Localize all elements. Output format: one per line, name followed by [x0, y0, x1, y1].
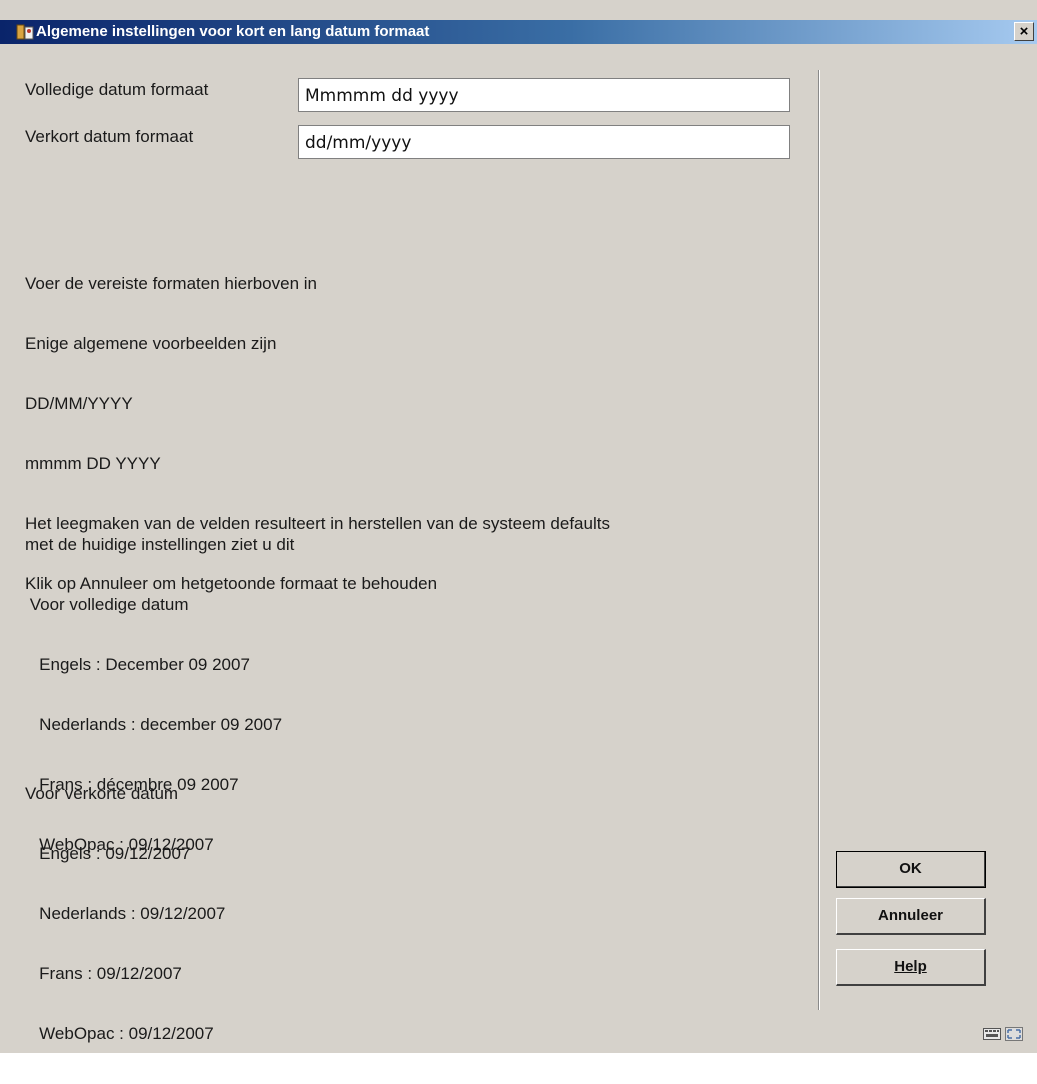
- preview-line: Nederlands : december 09 2007: [25, 715, 283, 734]
- preview-line: Engels : 09/12/2007: [25, 844, 191, 863]
- ok-button[interactable]: OK: [836, 851, 986, 888]
- window-title: Algemene instellingen voor kort en lang …: [36, 23, 430, 40]
- preview-line: Nederlands : 09/12/2007: [25, 904, 226, 923]
- short-format-label: Verkort datum formaat: [25, 127, 194, 146]
- instruction-line: mmmm DD YYYY: [25, 454, 161, 473]
- preview-line: met de huidige instellingen ziet u dit: [25, 535, 295, 554]
- vertical-divider: [818, 70, 820, 1010]
- close-button[interactable]: ×: [1014, 22, 1034, 41]
- preview-line: WebOpac : 09/12/2007: [25, 1024, 214, 1043]
- short-preview-text: Voor verkorte datum Engels : 09/12/2007 …: [25, 744, 225, 1084]
- app-icon: [16, 24, 34, 40]
- instruction-line: Enige algemene voorbeelden zijn: [25, 334, 277, 353]
- preview-line: Voor verkorte datum: [25, 784, 179, 803]
- preview-line: Frans : 09/12/2007: [25, 964, 182, 983]
- keyboard-icon[interactable]: [983, 1027, 1001, 1041]
- instruction-line: Voer de vereiste formaten hierboven in: [25, 274, 318, 293]
- resize-icon[interactable]: [1005, 1027, 1023, 1041]
- dialog-window: Algemene instellingen voor kort en lang …: [0, 0, 1037, 1053]
- cancel-button[interactable]: Annuleer: [836, 898, 986, 935]
- preview-line: Engels : December 09 2007: [25, 655, 250, 674]
- instruction-line: DD/MM/YYYY: [25, 394, 133, 413]
- long-format-input[interactable]: Mmmmm dd yyyy: [298, 78, 790, 112]
- long-format-label: Volledige datum formaat: [25, 80, 209, 99]
- short-format-input[interactable]: dd/mm/yyyy: [298, 125, 790, 159]
- help-button[interactable]: Help: [836, 949, 986, 986]
- preview-line: Voor volledige datum: [25, 595, 189, 614]
- title-bar[interactable]: Algemene instellingen voor kort en lang …: [0, 20, 1037, 44]
- close-icon: ×: [1019, 23, 1029, 40]
